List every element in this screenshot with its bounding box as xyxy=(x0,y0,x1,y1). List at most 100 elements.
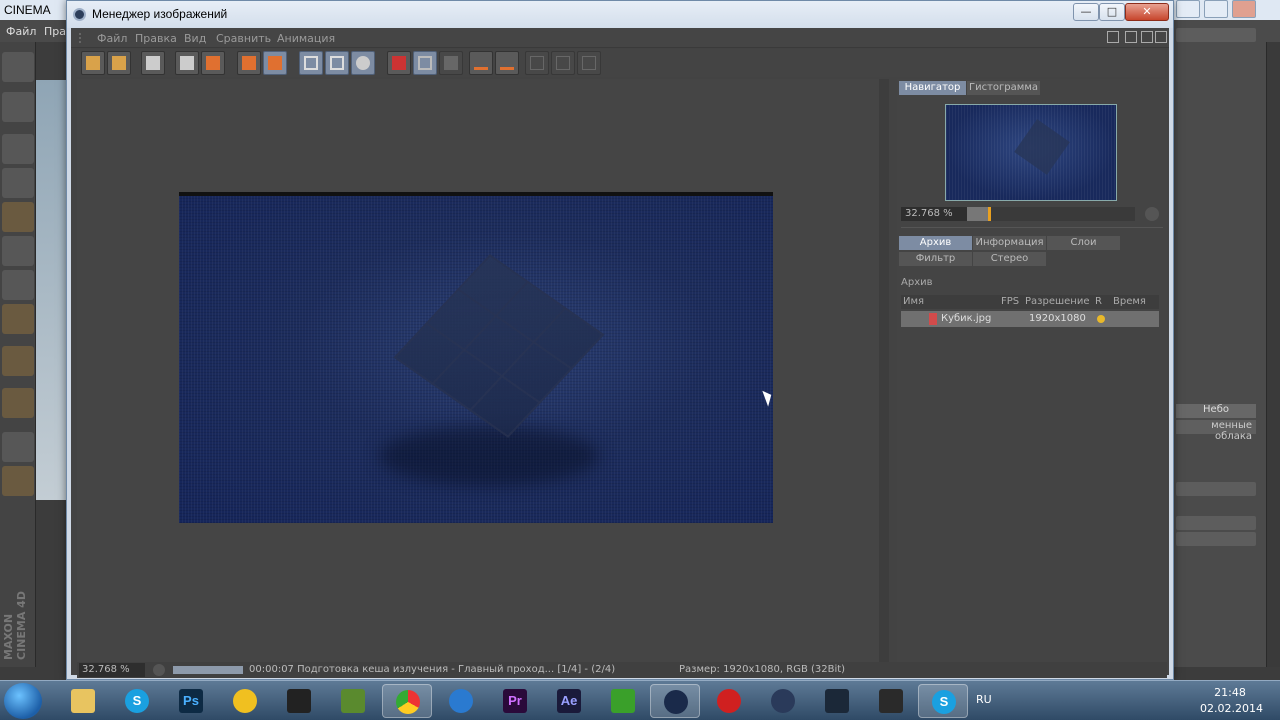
minimize-button[interactable]: — xyxy=(1073,3,1099,21)
menu-view[interactable]: Вид xyxy=(184,32,206,45)
window-titlebar[interactable]: Менеджер изображений — □ ✕ xyxy=(67,1,1173,28)
split-v-icon[interactable] xyxy=(551,51,575,75)
background-field-2[interactable] xyxy=(1176,516,1256,530)
user-icon[interactable] xyxy=(201,51,225,75)
menu-edit[interactable]: Правка xyxy=(135,32,177,45)
grid-lock-icon[interactable] xyxy=(2,432,34,462)
box-icon[interactable] xyxy=(2,270,34,300)
taskbar-record[interactable] xyxy=(704,684,754,718)
start-button[interactable] xyxy=(4,683,42,719)
render-image xyxy=(179,192,773,523)
spline-icon[interactable] xyxy=(2,466,34,496)
background-close-button[interactable] xyxy=(1232,0,1256,18)
taskbar-premiere[interactable]: Pr xyxy=(490,684,540,718)
viewer-scrollbar[interactable] xyxy=(879,79,889,662)
lock-panel-icon[interactable] xyxy=(1141,31,1153,43)
new-panel-icon[interactable] xyxy=(1125,31,1137,43)
background-maximize-button[interactable] xyxy=(1204,0,1228,18)
taskbar-archicad[interactable] xyxy=(220,684,270,718)
zoom-slider-knob[interactable] xyxy=(967,207,991,221)
cube-icon[interactable] xyxy=(2,134,34,164)
navigator-zoom-slider[interactable] xyxy=(967,207,1135,221)
column-time[interactable]: Время xyxy=(1113,296,1146,307)
polygon-icon[interactable] xyxy=(2,236,34,266)
clock[interactable]: 21:48 02.02.2014 xyxy=(1200,685,1263,717)
column-name[interactable]: Имя xyxy=(903,296,924,307)
split-grid-icon[interactable] xyxy=(577,51,601,75)
crop-a-icon[interactable] xyxy=(299,51,323,75)
live-select-icon[interactable] xyxy=(2,92,34,122)
split-h-icon[interactable] xyxy=(525,51,549,75)
menu-animation[interactable]: Анимация xyxy=(277,32,335,45)
taskbar: S Ps Pr Ae S RU 21:48 02.02.2014 xyxy=(0,680,1280,720)
taskbar-game[interactable] xyxy=(274,684,324,718)
taskbar-counter-strike[interactable] xyxy=(866,684,916,718)
ab-text-icon[interactable] xyxy=(387,51,411,75)
axis-icon[interactable] xyxy=(2,346,34,376)
grid-icon[interactable] xyxy=(175,51,199,75)
taskbar-media-player[interactable] xyxy=(598,684,648,718)
taskbar-after-effects[interactable]: Ae xyxy=(544,684,594,718)
film-icon[interactable] xyxy=(141,51,165,75)
move-panel-icon[interactable] xyxy=(1155,31,1167,43)
image-viewer[interactable] xyxy=(77,79,885,662)
crop-b-icon[interactable] xyxy=(325,51,349,75)
magnet-icon[interactable] xyxy=(2,388,34,418)
column-fps[interactable]: FPS xyxy=(1001,296,1019,307)
background-sky-tab[interactable]: Небо xyxy=(1176,404,1256,418)
tab-layers[interactable]: Слои xyxy=(1047,236,1121,250)
background-cloud-tab[interactable]: менные облака xyxy=(1176,420,1256,442)
compare-icon[interactable] xyxy=(351,51,375,75)
plane-icon[interactable] xyxy=(2,202,34,232)
taskbar-cinema4d[interactable] xyxy=(650,684,700,718)
tab-histogram[interactable]: Гистограмма xyxy=(967,81,1041,95)
maximize-button[interactable]: □ xyxy=(1099,3,1125,21)
save-icon[interactable] xyxy=(107,51,131,75)
undo-icon[interactable] xyxy=(2,52,34,82)
column-r[interactable]: R xyxy=(1095,296,1102,307)
background-dropdown[interactable] xyxy=(1176,28,1256,42)
open-icon[interactable] xyxy=(81,51,105,75)
menu-compare[interactable]: Сравнить xyxy=(216,32,271,45)
tab-information[interactable]: Информация xyxy=(973,236,1047,250)
navigator-zoom-field[interactable]: 32.768 % xyxy=(901,207,967,221)
column-resolution[interactable]: Разрешение xyxy=(1025,296,1089,307)
background-menu-edit[interactable]: Пра xyxy=(44,25,66,38)
taskbar-chrome[interactable] xyxy=(382,684,432,718)
background-field-1[interactable] xyxy=(1176,482,1256,496)
object-icon[interactable] xyxy=(2,304,34,334)
background-field-3[interactable] xyxy=(1176,532,1256,546)
language-indicator[interactable]: RU xyxy=(976,693,992,706)
background-side-tabs xyxy=(1266,42,1280,667)
table-row[interactable]: Кубик.jpg 1920x1080 xyxy=(901,311,1159,327)
taskbar-skype-2[interactable]: S xyxy=(918,684,968,718)
taskbar-photoshop[interactable]: Ps xyxy=(166,684,216,718)
status-zoom-field[interactable]: 32.768 % xyxy=(79,663,145,677)
menu-file[interactable]: Файл xyxy=(97,32,127,45)
tab-archive[interactable]: Архив xyxy=(899,236,973,250)
taskbar-minecraft[interactable] xyxy=(328,684,378,718)
stack-active-icon[interactable] xyxy=(263,51,287,75)
stack-icon[interactable] xyxy=(237,51,261,75)
ab-dim-icon[interactable] xyxy=(439,51,463,75)
taskbar-cinema4d-2[interactable] xyxy=(758,684,808,718)
tab-filter[interactable]: Фильтр xyxy=(899,252,973,266)
tab-stereo[interactable]: Стерео xyxy=(973,252,1047,266)
panel-layout-icon[interactable] xyxy=(1107,31,1119,43)
taskbar-steam[interactable] xyxy=(812,684,862,718)
background-menu-file[interactable]: Файл xyxy=(6,25,36,38)
navigator-thumbnail[interactable] xyxy=(945,104,1117,201)
checker-icon[interactable] xyxy=(2,168,34,198)
navigator-play-icon[interactable] xyxy=(1145,207,1159,221)
grid-select-icon[interactable] xyxy=(413,51,437,75)
background-minimize-button[interactable] xyxy=(1176,0,1200,18)
tab-navigator[interactable]: Навигатор xyxy=(899,81,967,95)
taskbar-browser[interactable] xyxy=(436,684,486,718)
b-marker-icon[interactable] xyxy=(495,51,519,75)
status-play-icon[interactable] xyxy=(153,664,165,676)
close-button[interactable]: ✕ xyxy=(1125,3,1169,21)
taskbar-skype[interactable]: S xyxy=(112,684,162,718)
archive-column-header: Имя FPS Разрешение R Время xyxy=(901,295,1159,309)
taskbar-explorer[interactable] xyxy=(58,684,108,718)
a-marker-icon[interactable] xyxy=(469,51,493,75)
